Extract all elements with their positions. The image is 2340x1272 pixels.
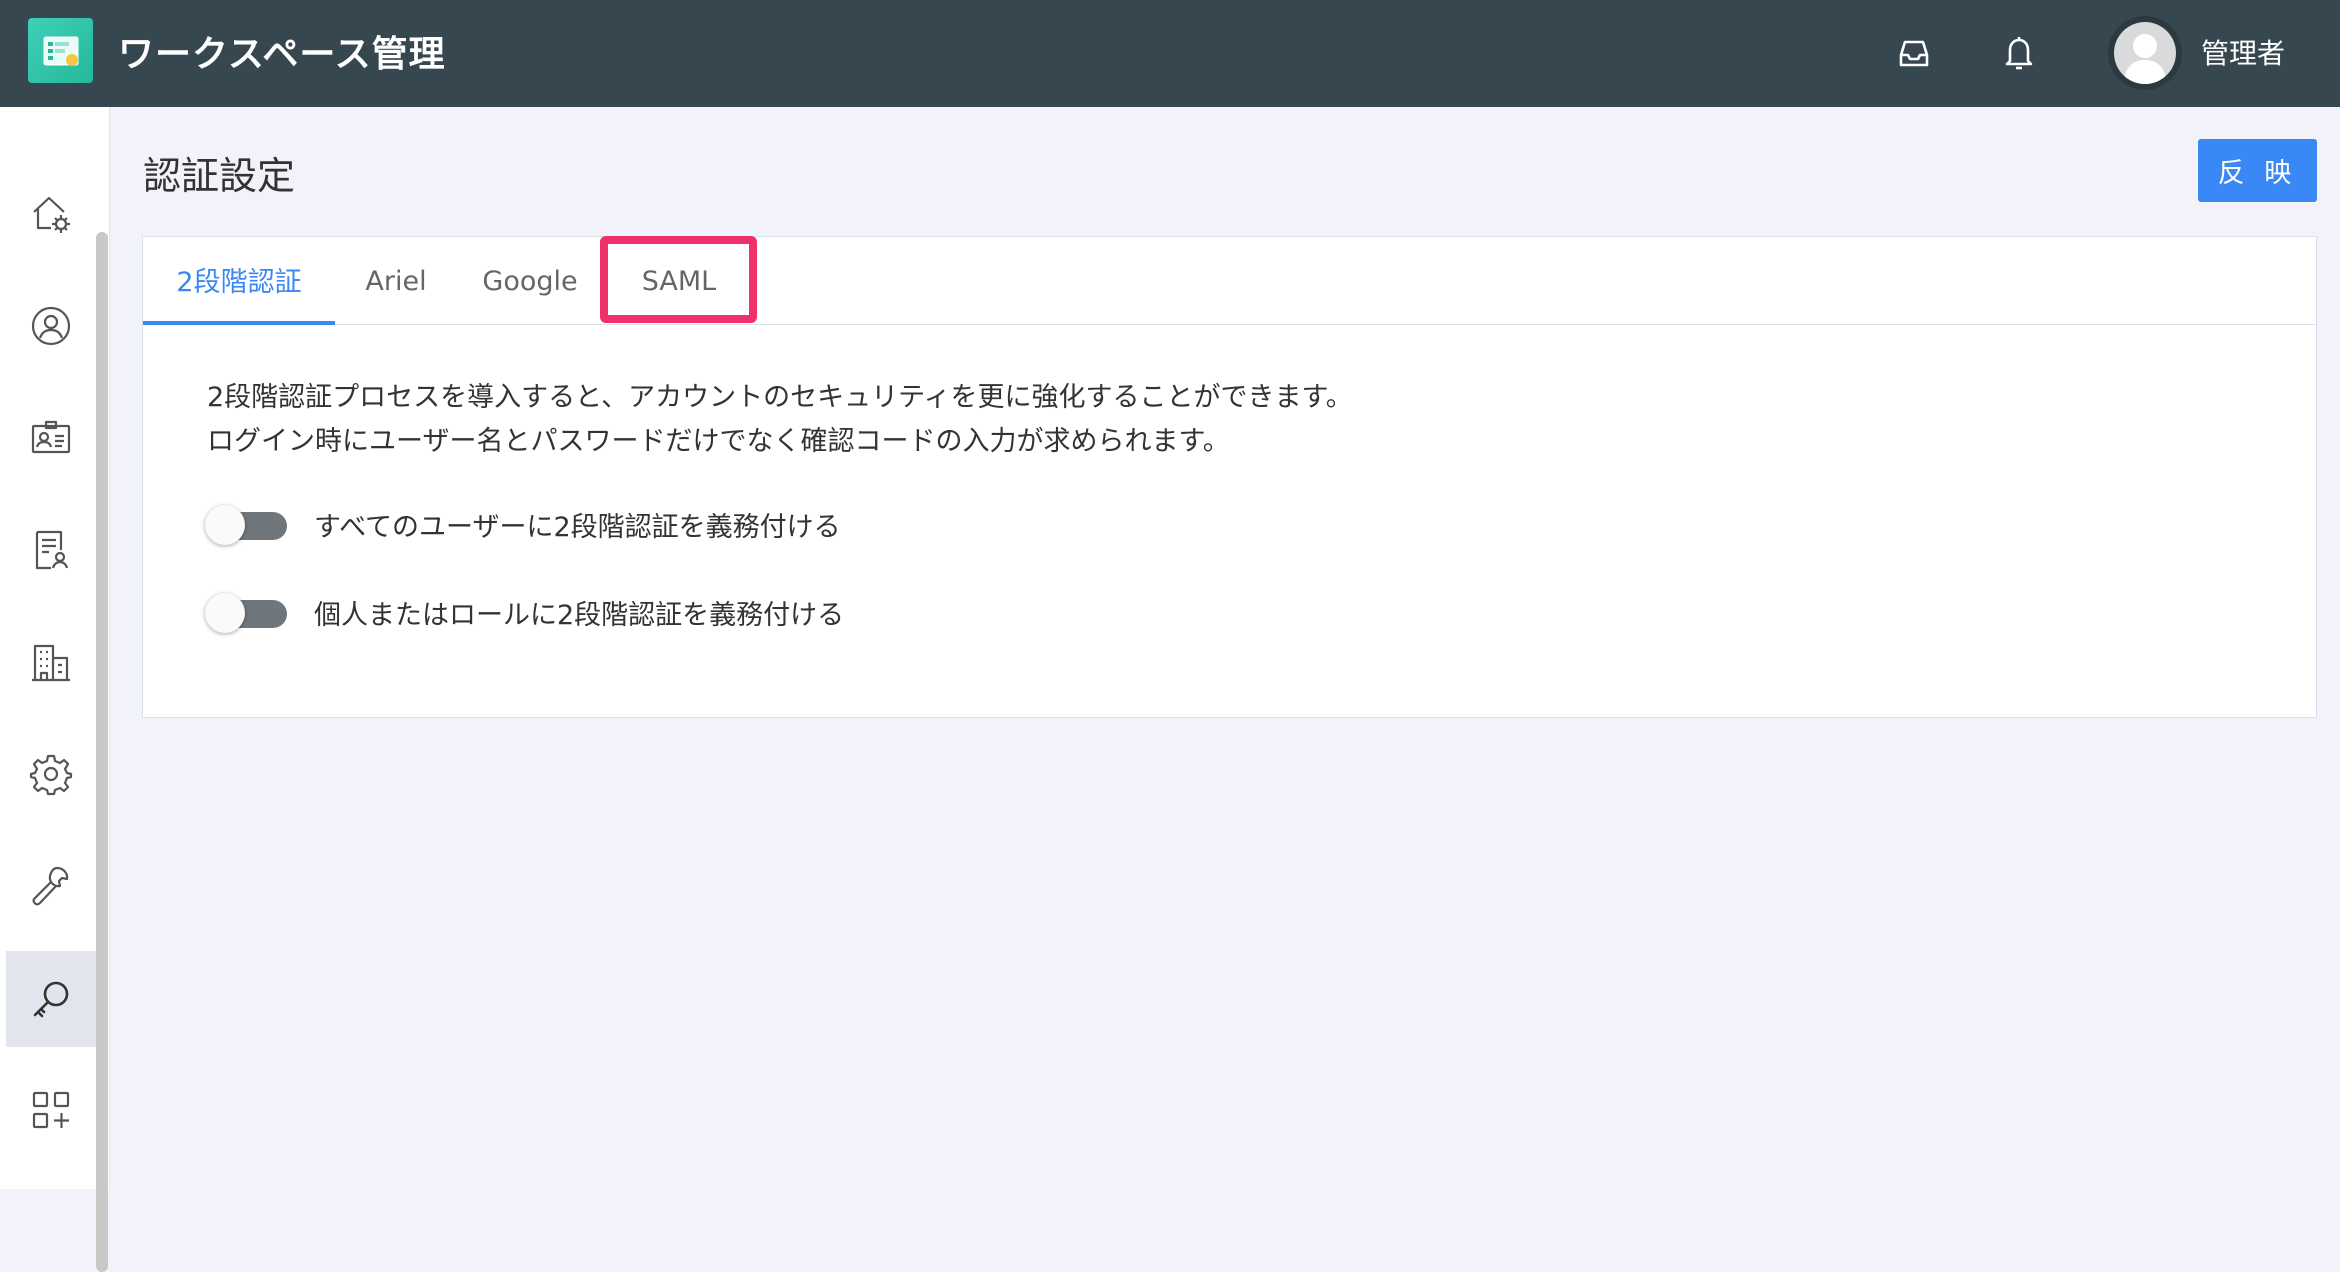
id-card-icon [31,420,71,454]
toggle-row-all-users: すべてのユーザーに2段階認証を義務付ける [205,504,841,545]
key-icon [33,981,69,1018]
sidebar-item-authentication[interactable] [6,951,96,1047]
toggle-all-users-2fa[interactable] [205,504,287,545]
description-line-2: ログイン時にユーザー名とパスワードだけでなく確認コードの入力が求められます。 [207,426,1230,457]
sidebar-item-organization[interactable] [6,614,96,710]
sidebar-item-document-user[interactable] [6,502,96,598]
avatar[interactable] [2108,16,2182,90]
toggle-row-individual-role: 個人またはロールに2段階認証を義務付ける [205,592,845,633]
tab-bar: 2段階認証 Ariel Google SAML [143,236,2316,325]
sidebar-item-home-settings[interactable] [6,166,96,262]
apply-button[interactable]: 反 映 [2198,139,2317,202]
user-silhouette-icon [2114,22,2176,84]
toggle-individual-role-2fa[interactable] [205,592,287,633]
document-user-icon [35,530,69,570]
sidebar-item-users[interactable] [6,278,96,374]
sidebar-item-apps[interactable] [6,1062,96,1158]
description-line-1: 2段階認証プロセスを導入すると、アカウントのセキュリティを更に強化することができ… [207,382,1353,413]
user-circle-icon [31,306,71,346]
toggle-individual-role-label: 個人またはロールに2段階認証を義務付ける [314,600,845,631]
toggle-all-users-label: すべてのユーザーに2段階認証を義務付ける [314,512,841,543]
inbox-icon[interactable] [1891,30,1937,76]
sidebar-item-tools[interactable] [6,838,96,934]
bell-icon[interactable] [1996,30,2042,76]
wrench-icon [32,866,69,906]
grid-plus-icon [32,1091,70,1129]
app-logo-icon[interactable] [28,18,93,83]
tab-ariel[interactable]: Ariel [335,237,457,325]
tab-2fa[interactable]: 2段階認証 [143,237,335,325]
app-title: ワークスペース管理 [118,34,446,75]
settings-card: 2段階認証 Ariel Google SAML 2段階認証プロセスを導入すると、… [142,236,2317,718]
sidebar-item-settings[interactable] [6,726,96,822]
sidebar [0,107,110,1272]
building-icon [32,644,70,682]
sidebar-item-id-card[interactable] [6,390,96,486]
page-title: 認証設定 [143,154,296,198]
tab-saml[interactable]: SAML [603,237,755,325]
tab-google[interactable]: Google [457,237,603,325]
sidebar-scrollbar[interactable] [96,232,108,1272]
top-bar: ワークスペース管理 管理者 [0,0,2340,107]
home-gear-icon [33,196,70,233]
gear-icon [29,754,73,796]
user-name[interactable]: 管理者 [2201,32,2285,72]
